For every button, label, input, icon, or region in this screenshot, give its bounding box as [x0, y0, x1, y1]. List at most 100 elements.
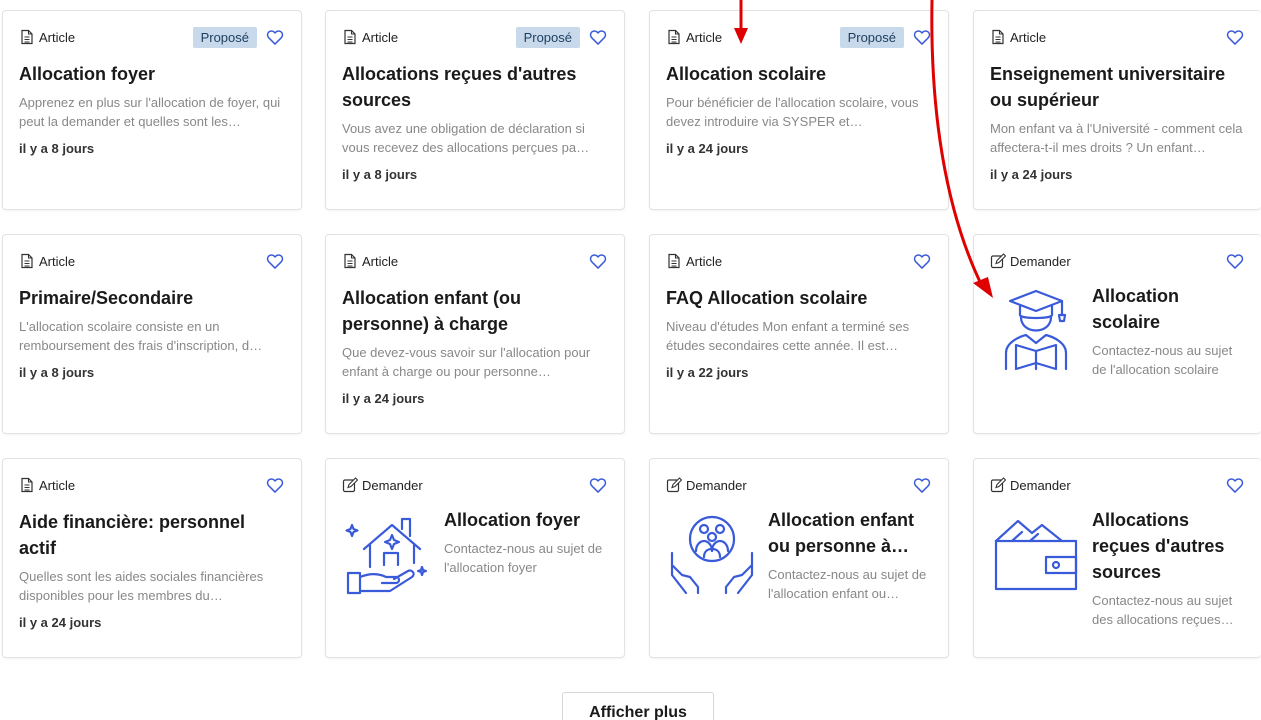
card-description: Contactez-nous au sujet de l'allocation …: [1092, 343, 1233, 377]
card-date: il y a 24 jours: [990, 167, 1073, 182]
type-label: Article: [342, 253, 398, 269]
card-allocation-scolaire-request[interactable]: Demander Allocation scolaire Contactez-n…: [973, 234, 1261, 434]
card-header: Article: [342, 249, 608, 273]
document-icon: [668, 253, 680, 269]
card-date: il y a 24 jours: [666, 141, 749, 156]
card-allocation-enfant-request[interactable]: Demander Allocation enfant ou personne à…: [649, 458, 949, 658]
card-header: Article: [990, 25, 1245, 49]
card-title[interactable]: Allocation scolaire: [1092, 283, 1245, 335]
card-description: Contactez-nous au sujet de l'allocation …: [768, 567, 927, 601]
document-icon: [21, 253, 33, 269]
type-label: Demander: [342, 477, 423, 493]
document-icon: [21, 29, 33, 45]
heart-icon[interactable]: [265, 251, 285, 271]
type-label: Article: [19, 253, 75, 269]
card-title[interactable]: Allocation foyer: [19, 61, 285, 87]
card-date: il y a 8 jours: [342, 167, 418, 182]
card-title[interactable]: Enseignement universitaire ou supérieur: [990, 61, 1245, 113]
show-more-button[interactable]: Afficher plus: [562, 692, 714, 720]
card-header: Article: [19, 473, 285, 497]
document-icon: [992, 29, 1004, 45]
card-description: Que devez-vous savoir sur l'allocation p…: [342, 345, 591, 379]
heart-icon[interactable]: [265, 27, 285, 47]
card-description: Pour bénéficier de l'allocation scolaire…: [666, 95, 919, 129]
document-icon: [344, 253, 356, 269]
card-title[interactable]: Allocations reçues d'autres sources: [1092, 507, 1245, 585]
document-icon: [344, 29, 356, 45]
card-title[interactable]: Allocation enfant ou personne à…: [768, 507, 932, 559]
heart-icon[interactable]: [1225, 27, 1245, 47]
heart-icon[interactable]: [1225, 251, 1245, 271]
card-allocation-foyer-request[interactable]: Demander Allocation foyer Contactez-nous…: [325, 458, 625, 658]
card-description: Apprenez en plus sur l'allocation de foy…: [19, 95, 281, 129]
card-header: Article Proposé: [666, 25, 932, 49]
proposed-badge: Proposé: [839, 26, 904, 48]
type-label: Demander: [666, 477, 747, 493]
card-title[interactable]: Allocations reçues d'autres sources: [342, 61, 608, 113]
card-description: Contactez-nous au sujet des allocations …: [1092, 593, 1234, 627]
edit-icon: [990, 477, 1006, 493]
card-title[interactable]: Allocation foyer: [444, 507, 608, 533]
card-allocation-scolaire-article[interactable]: Article Proposé Allocation scolaire Pour…: [649, 10, 949, 210]
type-label: Article: [19, 29, 75, 45]
heart-icon[interactable]: [588, 251, 608, 271]
proposed-badge: Proposé: [515, 26, 580, 48]
card-title[interactable]: Allocation scolaire: [666, 61, 932, 87]
heart-icon[interactable]: [912, 27, 932, 47]
heart-icon[interactable]: [912, 475, 932, 495]
type-label: Demander: [990, 477, 1071, 493]
type-label: Article: [666, 29, 722, 45]
card-title[interactable]: FAQ Allocation scolaire: [666, 285, 932, 311]
document-icon: [668, 29, 680, 45]
card-header: Demander: [342, 473, 608, 497]
type-label: Article: [990, 29, 1046, 45]
card-description: L'allocation scolaire consiste en un rem…: [19, 319, 263, 353]
card-description: Mon enfant va à l'Université - comment c…: [990, 121, 1243, 155]
proposed-badge: Proposé: [192, 26, 257, 48]
type-label: Article: [342, 29, 398, 45]
card-title[interactable]: Aide financière: personnel actif: [19, 509, 285, 561]
card-description: Niveau d'études Mon enfant a terminé ses…: [666, 319, 910, 353]
family-in-hands-icon: [670, 515, 754, 595]
heart-icon[interactable]: [265, 475, 285, 495]
card-header: Article Proposé: [19, 25, 285, 49]
card-date: il y a 24 jours: [342, 391, 425, 406]
card-date: il y a 24 jours: [19, 615, 102, 630]
heart-icon[interactable]: [912, 251, 932, 271]
card-date: il y a 8 jours: [19, 141, 95, 156]
card-header: Article: [19, 249, 285, 273]
card-title[interactable]: Allocation enfant (ou personne) à charge: [342, 285, 608, 337]
card-allocations-recues-article[interactable]: Article Proposé Allocations reçues d'aut…: [325, 10, 625, 210]
card-date: il y a 22 jours: [666, 365, 749, 380]
heart-icon[interactable]: [588, 27, 608, 47]
card-enseignement-universitaire-article[interactable]: Article Enseignement universitaire ou su…: [973, 10, 1261, 210]
card-header: Demander: [990, 249, 1245, 273]
heart-icon[interactable]: [588, 475, 608, 495]
card-allocation-foyer-article[interactable]: Article Proposé Allocation foyer Apprene…: [2, 10, 302, 210]
card-description: Contactez-nous au sujet de l'allocation …: [444, 541, 603, 575]
card-allocations-recues-request[interactable]: Demander Allocations reçues d'autres sou…: [973, 458, 1261, 658]
card-header: Demander: [990, 473, 1245, 497]
type-label: Demander: [990, 253, 1071, 269]
graduate-reading-icon: [1004, 289, 1068, 371]
card-header: Article: [666, 249, 932, 273]
card-description: Vous avez une obligation de déclaration …: [342, 121, 590, 155]
heart-icon[interactable]: [1225, 475, 1245, 495]
card-aide-financiere-article[interactable]: Article Aide financière: personnel actif…: [2, 458, 302, 658]
document-icon: [21, 477, 33, 493]
type-label: Article: [666, 253, 722, 269]
card-primaire-secondaire-article[interactable]: Article Primaire/Secondaire L'allocation…: [2, 234, 302, 434]
card-date: il y a 8 jours: [19, 365, 95, 380]
card-header: Article Proposé: [342, 25, 608, 49]
card-faq-allocation-scolaire-article[interactable]: Article FAQ Allocation scolaire Niveau d…: [649, 234, 949, 434]
wallet-icon: [994, 519, 1078, 591]
card-allocation-enfant-article[interactable]: Article Allocation enfant (ou personne) …: [325, 234, 625, 434]
card-description: Quelles sont les aides sociales financiè…: [19, 569, 264, 603]
card-header: Demander: [666, 473, 932, 497]
type-label: Article: [19, 477, 75, 493]
house-in-hand-icon: [345, 517, 428, 595]
edit-icon: [666, 477, 682, 493]
card-title[interactable]: Primaire/Secondaire: [19, 285, 285, 311]
content-grid: Article Proposé Allocation foyer Apprene…: [0, 0, 1261, 680]
edit-icon: [342, 477, 358, 493]
